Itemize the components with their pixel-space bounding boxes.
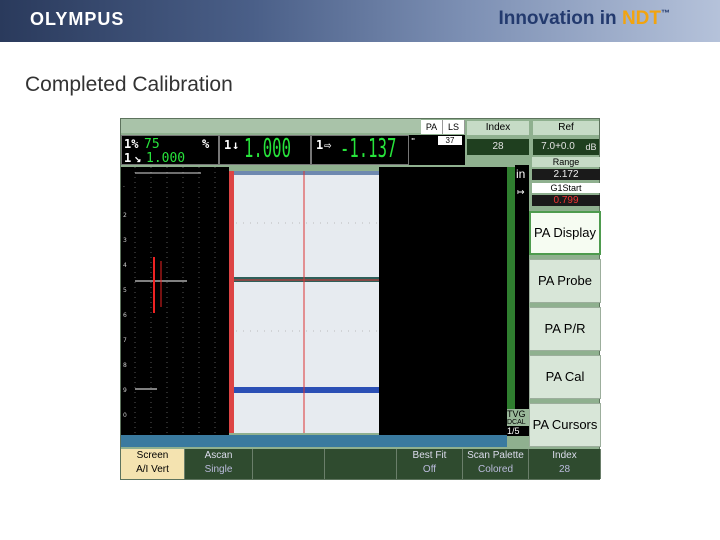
gate1-readout: 1 ↓ 1.000 xyxy=(219,134,311,165)
menu-pa-cursors[interactable]: PA Cursors xyxy=(529,403,601,447)
down-arrow-icon: ↓ xyxy=(232,138,240,152)
svg-text:7: 7 xyxy=(123,337,127,344)
svg-text:2: 2 xyxy=(123,212,127,219)
svg-text:4: 4 xyxy=(123,262,127,269)
view-scrollbar[interactable] xyxy=(507,167,515,435)
measurement-readouts: 1% 75 % 1 ↘ 1.000 1 ↓ 1.000 1 ⇨ -1.137 " xyxy=(121,134,465,166)
footer-empty-1[interactable] xyxy=(253,449,325,479)
index-value[interactable]: 28 xyxy=(467,139,529,155)
footer-ascan[interactable]: Ascan Single xyxy=(185,449,253,479)
tab-pa[interactable]: PA xyxy=(421,120,443,134)
ref-unit: dB xyxy=(583,139,599,155)
unit-label: in xyxy=(516,167,526,181)
svg-text:8: 8 xyxy=(123,362,127,369)
svg-text:.: . xyxy=(123,182,125,189)
right-arrow-icon: ⇨ xyxy=(324,138,332,152)
range-label: Range xyxy=(532,157,600,167)
mode-tabs: PA LS xyxy=(421,120,465,134)
slide-title: Completed Calibration xyxy=(25,73,233,96)
svg-text:6: 6 xyxy=(123,312,127,319)
function-bar: Screen A/I Vert Ascan Single Best Fit Off S… xyxy=(121,449,601,479)
menu-pa-probe[interactable]: PA Probe xyxy=(529,259,601,303)
sector-scan-view xyxy=(229,171,379,433)
footer-screen[interactable]: Screen A/I Vert xyxy=(121,449,185,479)
ascan-plot: . 2 3 4 5 6 7 8 9 0 xyxy=(123,167,216,435)
amplitude-value: 75 xyxy=(144,137,160,152)
ref-header: Ref xyxy=(533,121,599,135)
menu-pa-display[interactable]: PA Display xyxy=(529,211,601,255)
ruler-bar xyxy=(229,171,234,433)
g1start-label: G1Start xyxy=(532,183,600,193)
gate2-readout: 1 ⇨ -1.137 xyxy=(311,134,409,165)
amplitude-readout: 1% 75 % 1 ↘ 1.000 xyxy=(121,135,219,166)
gate2-value: -1.137 xyxy=(340,134,397,164)
arrow-icon: ↘ xyxy=(134,151,142,165)
menu-pa-cal[interactable]: PA Cal xyxy=(529,355,601,399)
footer-best-fit[interactable]: Best Fit Off xyxy=(397,449,463,479)
olympus-logo: OLYMPUS xyxy=(30,9,125,29)
gain-value: 1.000 xyxy=(146,151,186,166)
scan-axis-strip xyxy=(121,435,507,447)
range-value[interactable]: 2.172 xyxy=(532,169,600,180)
gate1-value: 1.000 xyxy=(244,134,291,164)
flaw-detector-screen: PA LS 1% 75 % 1 ↘ 1.000 1 ↓ 1.000 1 ⇨ -1… xyxy=(120,118,601,480)
title-strip xyxy=(121,119,421,133)
svg-text:9: 9 xyxy=(123,387,127,394)
svg-text:5: 5 xyxy=(123,287,127,294)
menu-pa-pr[interactable]: PA P/R xyxy=(529,307,601,351)
sscan-plot xyxy=(229,171,379,433)
g1start-value[interactable]: 0.799 xyxy=(532,195,600,206)
svg-text:3: 3 xyxy=(123,237,127,244)
ascan-view: . 2 3 4 5 6 7 8 9 0 xyxy=(121,167,219,435)
status-indicators: TVG DCAL 1/5 xyxy=(507,409,529,436)
angle-box: 37 xyxy=(438,136,462,145)
tab-ls[interactable]: LS xyxy=(443,120,465,134)
probe-icon: ↦ xyxy=(517,187,525,197)
side-icons: in ↦ xyxy=(515,165,529,435)
footer-index[interactable]: Index 28 xyxy=(529,449,601,479)
footer-scan-palette[interactable]: Scan Palette Colored xyxy=(463,449,529,479)
tagline: Innovation in NDT™ xyxy=(498,8,670,29)
index-header: Index xyxy=(467,121,529,135)
footer-empty-2[interactable] xyxy=(325,449,397,479)
empty-display-area xyxy=(379,167,507,435)
header-bar: OLYMPUS Innovation in NDT™ xyxy=(0,0,720,42)
ref-value[interactable]: 7.0+0.0 xyxy=(533,139,583,155)
svg-text:0: 0 xyxy=(123,412,127,419)
